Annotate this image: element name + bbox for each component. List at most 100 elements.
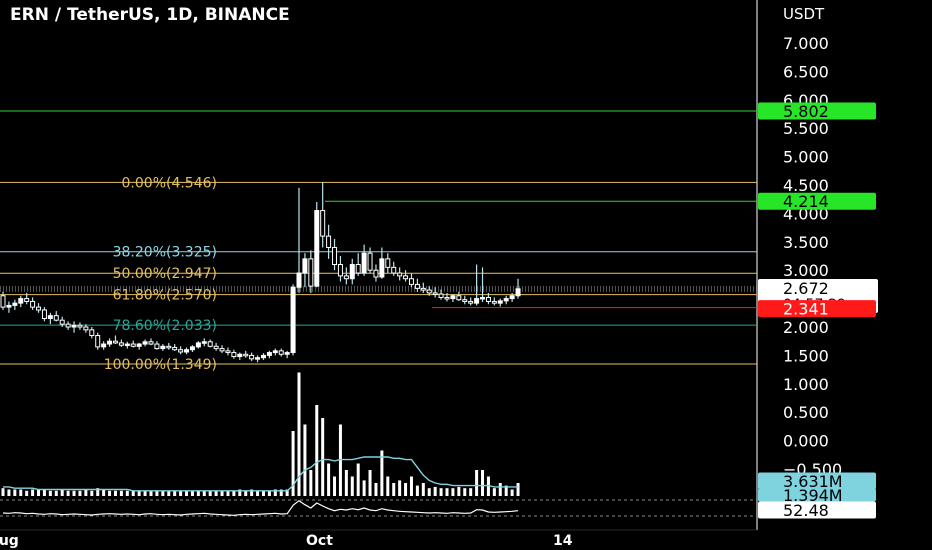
price-tick-label: 3.000 <box>783 261 829 280</box>
volume-bar <box>90 490 94 496</box>
candle-body <box>408 278 414 285</box>
candle-body <box>379 258 385 278</box>
time-label-oct: Oct <box>306 533 333 549</box>
candle-body <box>154 343 160 350</box>
volume-bar <box>149 490 153 496</box>
time-label-aug: Aug <box>0 533 19 549</box>
candle-body <box>237 353 243 358</box>
badge-last-price: 2.672 <box>783 279 829 298</box>
volume-bar <box>60 489 64 496</box>
volume-bar <box>232 490 236 496</box>
price-axis-unit: USDT <box>783 5 825 23</box>
candle-body <box>337 264 343 277</box>
badge-resistance-high: 5.802 <box>783 102 829 121</box>
volume-bar <box>214 490 218 496</box>
candle-body <box>189 346 195 351</box>
volume-bar <box>54 490 58 496</box>
volume-bar <box>125 490 129 496</box>
volume-bar <box>386 476 390 496</box>
candle-body <box>124 343 130 347</box>
candle-body <box>95 335 101 348</box>
volume-bar <box>362 480 366 496</box>
volume-bar <box>309 470 313 496</box>
candle-body <box>397 272 403 277</box>
candle-body <box>77 324 83 328</box>
candle-body <box>308 258 314 287</box>
volume-bar <box>433 486 437 496</box>
volume-bar <box>350 476 354 496</box>
volume-bar <box>516 483 520 496</box>
volume-bar <box>102 489 106 496</box>
candle-body <box>148 341 154 345</box>
volume-bar <box>303 424 307 496</box>
candle-body <box>18 298 24 304</box>
candle-body <box>255 357 261 360</box>
badge-oscillator: 52.48 <box>783 501 829 520</box>
candle-body <box>326 235 332 248</box>
volume-bar <box>161 490 165 496</box>
volume-bar <box>190 490 194 496</box>
volume-bar <box>356 463 360 496</box>
oscillator-line <box>2 499 519 516</box>
candle-body <box>414 283 420 289</box>
volume-bar <box>327 463 331 496</box>
candle-body <box>30 300 36 308</box>
candle-body <box>332 246 338 266</box>
candle-body <box>65 323 71 328</box>
candles-layer <box>0 182 521 363</box>
candle-body <box>249 354 255 360</box>
candle-body <box>456 295 462 301</box>
candle-body <box>485 296 491 302</box>
volume-bar <box>108 490 112 496</box>
volume-bar <box>84 489 88 496</box>
candle-body <box>207 341 213 347</box>
volume-bar <box>25 490 29 496</box>
candle-body <box>6 304 12 308</box>
candle-body <box>71 324 77 328</box>
candle-body <box>41 309 47 319</box>
candle-body <box>503 298 509 302</box>
volume-bar <box>131 490 135 496</box>
volume-bar <box>421 483 425 496</box>
volume-bar <box>427 488 431 496</box>
candle-body <box>260 354 266 359</box>
candle-body <box>178 349 184 353</box>
volume-bar <box>368 470 372 496</box>
candle-body <box>278 350 284 355</box>
volume-bar <box>167 490 171 496</box>
volume-bar <box>244 490 248 496</box>
candle-body <box>391 266 397 274</box>
volume-bar <box>179 490 183 496</box>
volume-bar <box>333 476 337 496</box>
candle-body <box>136 343 142 347</box>
grid-layer <box>0 0 758 531</box>
candle-body <box>195 342 201 348</box>
candle-body <box>142 341 148 345</box>
candle-body <box>272 350 278 354</box>
time-label-14: 14 <box>553 533 573 549</box>
volume-bar <box>113 490 117 496</box>
candle-body <box>420 287 426 291</box>
volume-bar <box>143 490 147 496</box>
price-chart[interactable]: 0.00%(4.546) 38.20%(3.325) 50.00%(2.947) 61… <box>0 0 932 550</box>
price-tick-label: 5.500 <box>783 119 829 138</box>
volume-bar <box>48 490 52 496</box>
candle-body <box>266 352 272 356</box>
volume-bar <box>31 489 35 496</box>
candle-body <box>160 345 166 350</box>
candle-body <box>468 300 474 304</box>
volume-bar <box>392 483 396 496</box>
candle-body <box>438 293 444 298</box>
volume-bar <box>37 489 41 496</box>
volume-bar <box>415 485 419 496</box>
candle-body <box>101 343 107 348</box>
candle-body <box>349 264 355 280</box>
volume-bar <box>475 470 479 496</box>
volume-bar <box>137 490 141 496</box>
badge-support: 2.341 <box>783 300 829 319</box>
volume-bar <box>173 490 177 496</box>
candle-body <box>89 329 95 337</box>
candle-body <box>385 258 391 268</box>
candle-body <box>130 343 136 347</box>
volume-bar <box>78 490 82 496</box>
